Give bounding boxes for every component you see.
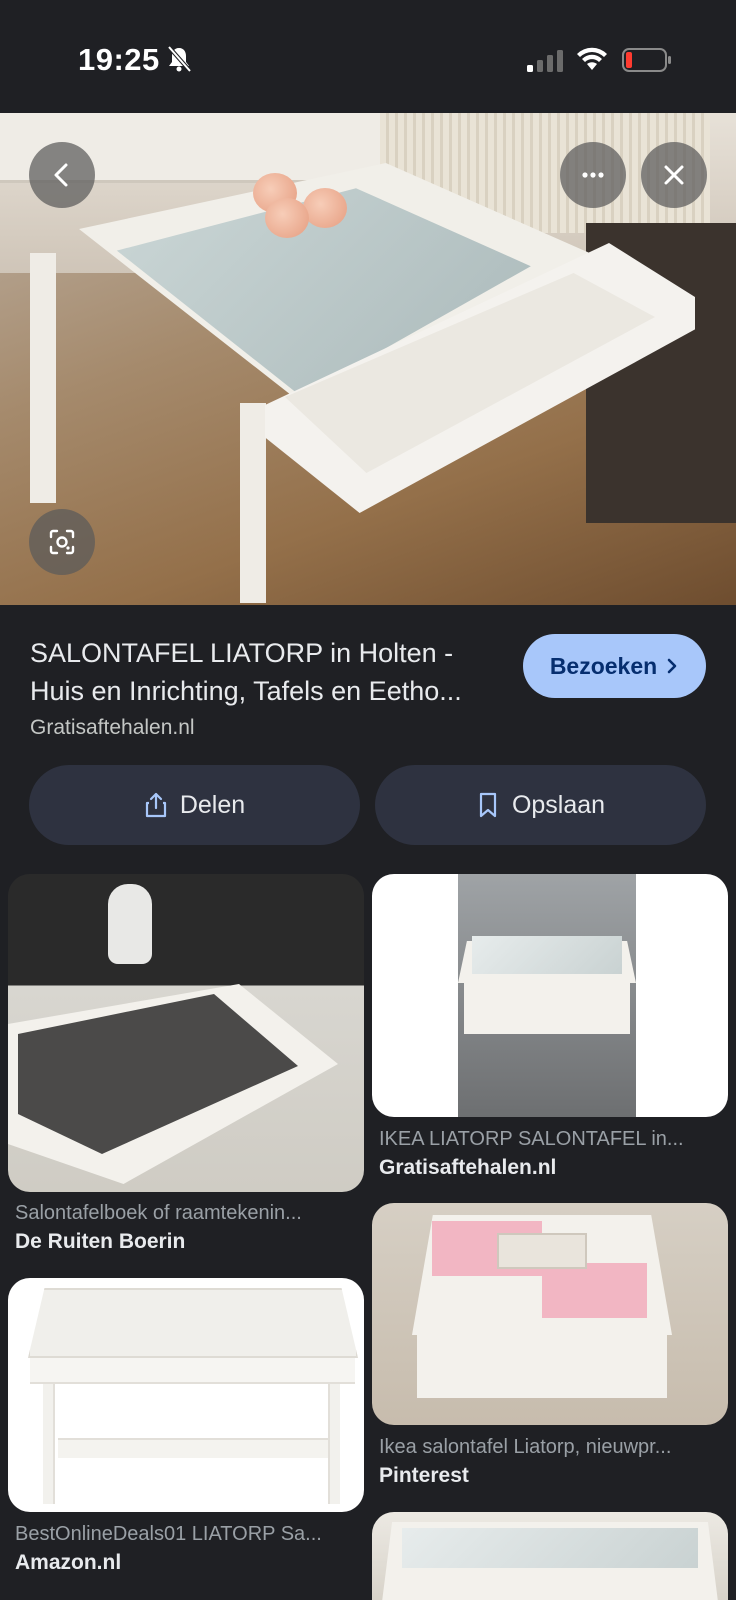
related-image-1[interactable] [8,874,364,1192]
result-title-line1: SALONTAFEL LIATORP in Holten - [30,638,454,668]
bell-muted-icon [167,45,192,73]
battery-icon [622,48,671,72]
related-source-3[interactable]: Pinterest [379,1464,469,1488]
status-time: 19:25 [78,42,160,77]
close-button[interactable] [641,142,707,208]
share-button[interactable]: Delen [29,765,360,845]
visit-button-label: Bezoeken [549,652,658,679]
lens-search-button[interactable] [29,509,95,575]
wifi-icon [577,47,607,70]
back-button[interactable] [29,142,95,208]
related-image-4[interactable] [8,1278,364,1512]
related-source-1[interactable]: De Ruiten Boerin [15,1230,185,1254]
chevron-right-icon [667,658,677,674]
share-button-label: Delen [179,790,246,819]
lens-icon [49,529,75,555]
related-image-5[interactable] [372,1512,728,1600]
save-button-label: Opslaan [511,790,606,819]
related-title-3[interactable]: Ikea salontafel Liatorp, nieuwpr... [379,1436,714,1459]
share-icon [145,792,166,818]
visit-button[interactable]: Bezoeken [523,634,706,698]
related-title-2[interactable]: IKEA LIATORP SALONTAFEL in... [379,1128,714,1151]
related-source-2[interactable]: Gratisaftehalen.nl [379,1156,556,1180]
more-horizontal-icon [582,172,604,178]
result-title-line2: Huis en Inrichting, Tafels en Eetho... [30,676,462,706]
main-result-image[interactable] [0,113,736,605]
related-source-4[interactable]: Amazon.nl [15,1551,121,1575]
result-source[interactable]: Gratisaftehalen.nl [30,716,195,740]
related-image-3[interactable] [372,1203,728,1425]
more-options-button[interactable] [560,142,626,208]
save-button[interactable]: Opslaan [375,765,706,845]
related-title-1[interactable]: Salontafelboek of raamtekenin... [15,1202,350,1225]
close-icon [664,165,684,185]
related-image-2[interactable] [372,874,728,1117]
bookmark-icon [479,792,497,818]
chevron-left-icon [54,163,68,187]
result-title[interactable]: SALONTAFEL LIATORP in Holten - Huis en I… [30,634,505,710]
status-bar: 19:25 [0,0,736,113]
signal-icon [527,50,563,72]
related-title-4[interactable]: BestOnlineDeals01 LIATORP Sa... [15,1523,350,1546]
